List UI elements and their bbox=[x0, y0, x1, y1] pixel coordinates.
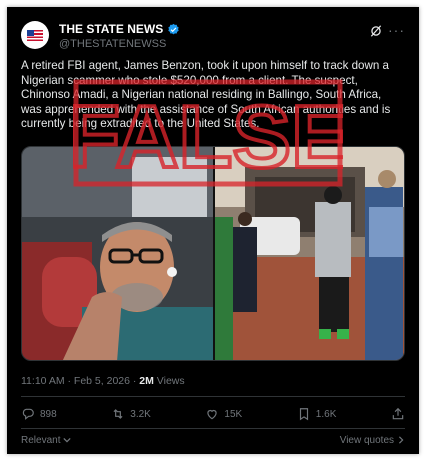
tweet-text: A retired FBI agent, James Benzon, took … bbox=[21, 59, 391, 131]
post-meta: 11:10 AM · Feb 5, 2026 · 2M Views bbox=[21, 375, 185, 387]
like-button[interactable]: 15K bbox=[205, 407, 242, 421]
bookmark-button[interactable]: 1.6K bbox=[297, 407, 337, 421]
flag-icon bbox=[27, 29, 43, 41]
reply-count: 898 bbox=[40, 408, 57, 420]
views-label: Views bbox=[153, 375, 185, 387]
verified-badge-icon bbox=[168, 23, 179, 34]
bookmark-icon bbox=[299, 408, 308, 421]
reply-button[interactable]: 898 bbox=[21, 407, 57, 421]
repost-button[interactable]: 3.2K bbox=[111, 407, 151, 421]
view-count: 2M bbox=[139, 375, 154, 387]
tweet-footer: Relevant View quotes bbox=[21, 433, 405, 447]
chevron-down-icon bbox=[63, 437, 72, 443]
tweet-card: THE STATE NEWS @THESTATENEWSS ··· A reti… bbox=[7, 7, 419, 454]
author-name-row[interactable]: THE STATE NEWS bbox=[59, 22, 180, 36]
chevron-right-icon bbox=[398, 436, 404, 444]
share-button[interactable] bbox=[391, 407, 405, 421]
photo-arrest-scene[interactable] bbox=[215, 147, 405, 361]
like-icon bbox=[207, 409, 218, 420]
view-quotes-label: View quotes bbox=[339, 434, 394, 446]
post-time[interactable]: 11:10 AM · Feb 5, 2026 · bbox=[21, 375, 139, 387]
relevant-dropdown[interactable]: Relevant bbox=[21, 433, 72, 447]
more-icon[interactable]: ··· bbox=[388, 23, 405, 37]
bookmark-count: 1.6K bbox=[315, 408, 337, 420]
display-name[interactable]: THE STATE NEWS bbox=[59, 22, 163, 36]
like-count: 15K bbox=[224, 408, 243, 420]
repost-count: 3.2K bbox=[130, 408, 151, 420]
avatar[interactable] bbox=[21, 21, 49, 49]
grok-icon[interactable] bbox=[369, 24, 383, 38]
repost-icon bbox=[113, 409, 123, 419]
media-grid[interactable] bbox=[21, 146, 405, 361]
divider bbox=[21, 428, 405, 429]
reply-icon bbox=[22, 408, 34, 420]
tweet-header: THE STATE NEWS @THESTATENEWSS ··· bbox=[21, 19, 407, 59]
handle[interactable]: @THESTATENEWSS bbox=[59, 38, 166, 50]
action-bar: 898 3.2K 15K 1.6K bbox=[21, 405, 405, 423]
view-quotes-link[interactable]: View quotes bbox=[340, 433, 405, 447]
share-icon bbox=[392, 407, 404, 420]
photo-man-on-train[interactable] bbox=[22, 147, 213, 361]
relevant-label: Relevant bbox=[21, 434, 61, 446]
divider bbox=[21, 396, 405, 397]
